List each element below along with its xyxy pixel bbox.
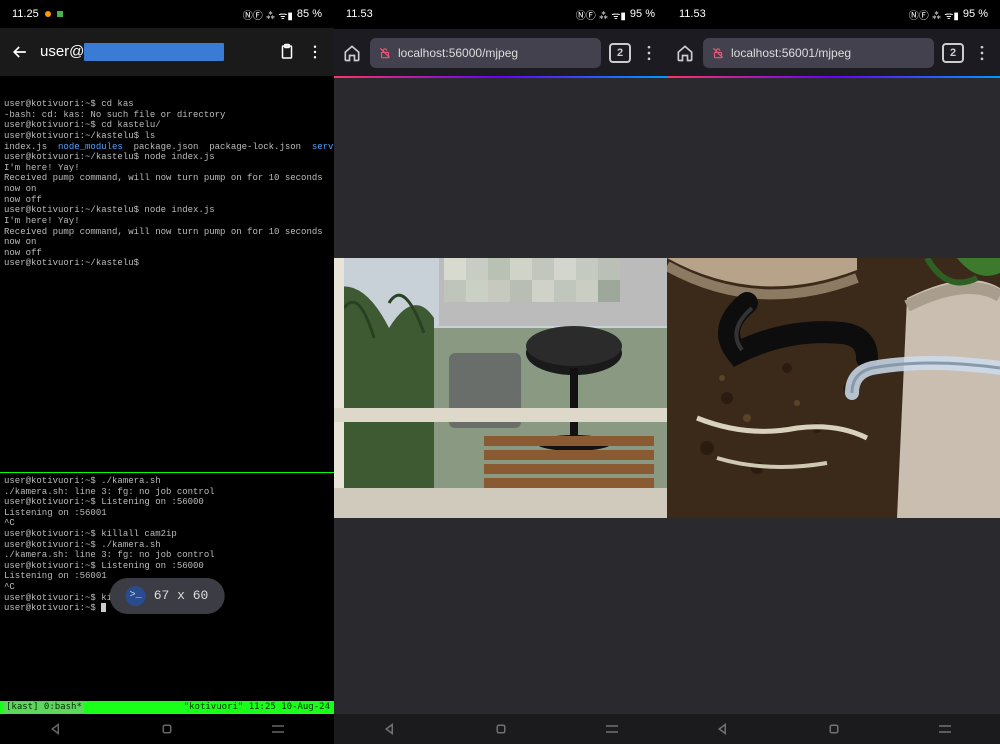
tab-count[interactable]: 2 bbox=[609, 43, 631, 63]
phone-browser-cam1: 11.53 ⓃⒻ ⁂ ᯤ▮ 95 % localhost:56000/mjpeg… bbox=[334, 0, 667, 744]
url-text: localhost:56001/mjpeg bbox=[731, 46, 851, 60]
status-bar: 11.53 ⓃⒻ ⁂ ᯤ▮ 95 % bbox=[667, 0, 1000, 28]
url-bar[interactable]: localhost:56001/mjpeg bbox=[703, 38, 934, 68]
battery-text: 95 % bbox=[963, 8, 988, 20]
nav-recent-icon[interactable] bbox=[936, 720, 954, 738]
clock: 11.25 bbox=[12, 8, 39, 20]
home-icon[interactable] bbox=[675, 43, 695, 63]
home-icon[interactable] bbox=[342, 43, 362, 63]
status-icons: ⓃⒻ ⁂ ᯤ▮ bbox=[909, 7, 959, 22]
nav-back-icon[interactable] bbox=[381, 720, 399, 738]
notif-dot-icon bbox=[57, 11, 63, 17]
battery-text: 95 % bbox=[630, 8, 655, 20]
more-icon[interactable] bbox=[639, 43, 659, 63]
clock: 11.53 bbox=[346, 8, 373, 20]
more-icon[interactable] bbox=[972, 43, 992, 63]
session-title: user@ bbox=[40, 43, 224, 61]
url-bar[interactable]: localhost:56000/mjpeg bbox=[370, 38, 601, 68]
terminal-header: user@ bbox=[0, 28, 334, 76]
android-navbar bbox=[0, 714, 334, 744]
tmux-left: [kast] 0:bash* bbox=[4, 702, 84, 713]
insecure-lock-icon bbox=[711, 46, 725, 60]
browser-viewport[interactable] bbox=[334, 78, 667, 714]
phone-browser-cam2: 11.53 ⓃⒻ ⁂ ᯤ▮ 95 % localhost:56001/mjpeg… bbox=[667, 0, 1000, 744]
terminal-pane-upper: user@kotivuori:~$ cd kas-bash: cd: kas: … bbox=[4, 99, 330, 269]
insecure-lock-icon bbox=[378, 46, 392, 60]
nav-home-icon[interactable] bbox=[158, 720, 176, 738]
url-text: localhost:56000/mjpeg bbox=[398, 46, 518, 60]
terminal-size-pill: >_ 67 x 60 bbox=[110, 578, 225, 614]
phone-terminal: 11.25 ⓃⒻ ⁂ ᯤ▮ 85 % user@ user@kotivuori:… bbox=[0, 0, 334, 744]
clipboard-icon[interactable] bbox=[278, 43, 296, 61]
prompt-icon: >_ bbox=[126, 586, 146, 606]
android-navbar bbox=[334, 714, 667, 744]
terminal-body[interactable]: user@kotivuori:~$ cd kas-bash: cd: kas: … bbox=[0, 76, 334, 714]
status-bar: 11.25 ⓃⒻ ⁂ ᯤ▮ 85 % bbox=[0, 0, 334, 28]
mjpeg-stream-image bbox=[334, 258, 667, 518]
nav-recent-icon[interactable] bbox=[269, 720, 287, 738]
mjpeg-stream-image bbox=[667, 258, 1000, 518]
pane-divider bbox=[0, 472, 334, 473]
back-icon[interactable] bbox=[10, 42, 30, 62]
tmux-right: "kotivuori" 11:25 10-Aug-24 bbox=[184, 702, 330, 713]
nav-back-icon[interactable] bbox=[47, 720, 65, 738]
tab-count[interactable]: 2 bbox=[942, 43, 964, 63]
android-navbar bbox=[667, 714, 1000, 744]
nav-recent-icon[interactable] bbox=[603, 720, 621, 738]
more-icon[interactable] bbox=[306, 43, 324, 61]
battery-text: 85 % bbox=[297, 8, 322, 20]
notif-dot-icon bbox=[45, 11, 51, 17]
status-icons: ⓃⒻ ⁂ ᯤ▮ bbox=[243, 7, 293, 22]
browser-toolbar: localhost:56001/mjpeg 2 bbox=[667, 28, 1000, 76]
terminal-dimensions: 67 x 60 bbox=[154, 588, 209, 603]
nav-back-icon[interactable] bbox=[714, 720, 732, 738]
browser-toolbar: localhost:56000/mjpeg 2 bbox=[334, 28, 667, 76]
nav-home-icon[interactable] bbox=[825, 720, 843, 738]
browser-viewport[interactable] bbox=[667, 78, 1000, 714]
redacted-host bbox=[84, 43, 224, 61]
status-bar: 11.53 ⓃⒻ ⁂ ᯤ▮ 95 % bbox=[334, 0, 667, 28]
nav-home-icon[interactable] bbox=[492, 720, 510, 738]
clock: 11.53 bbox=[679, 8, 706, 20]
status-icons: ⓃⒻ ⁂ ᯤ▮ bbox=[576, 7, 626, 22]
tmux-status-bar: [kast] 0:bash* "kotivuori" 11:25 10-Aug-… bbox=[0, 701, 334, 714]
